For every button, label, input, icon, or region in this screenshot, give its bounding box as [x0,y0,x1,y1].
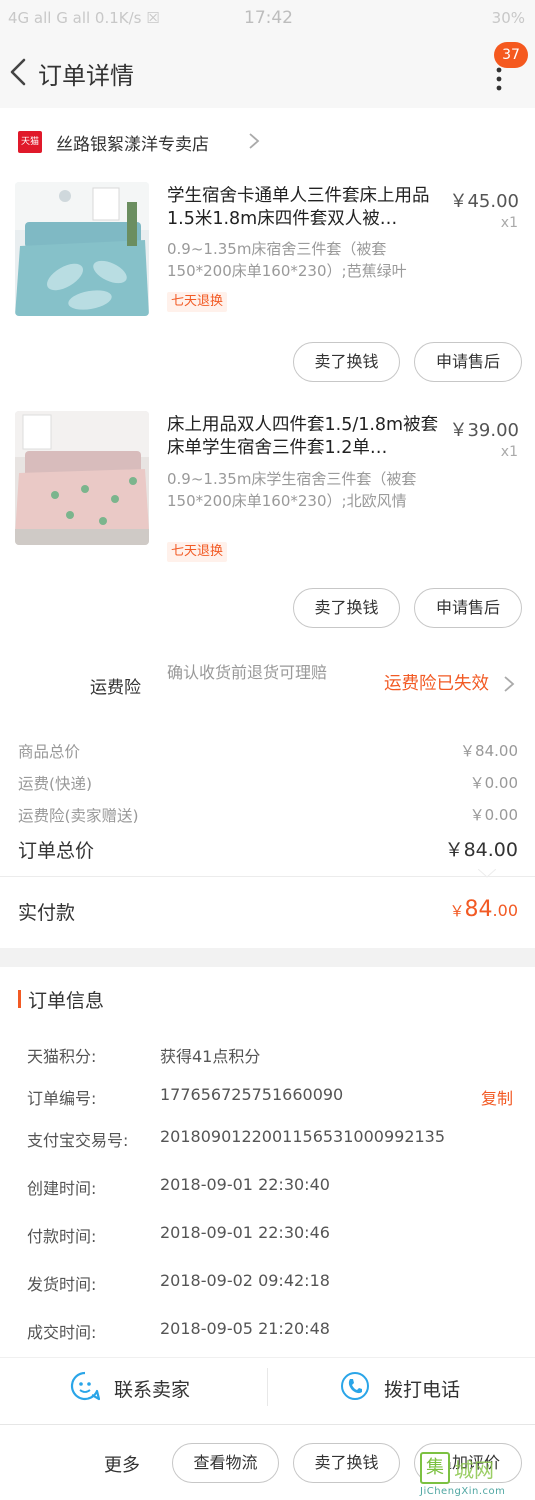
back-arrow-icon[interactable] [6,56,32,88]
header: 订单详情 37 [0,36,535,108]
info-key: 支付宝交易号: [27,1131,129,1150]
more-actions-button[interactable]: 更多 [104,1451,140,1477]
contact-seller-label: 联系卖家 [114,1379,191,1401]
resell-button[interactable]: 卖了换钱 [293,342,400,382]
info-row-points: 天猫积分: 获得41点积分 [27,1043,517,1067]
clock: 17:42 [244,8,293,28]
info-row-paid: 付款时间: 2018-09-01 22:30:46 [27,1223,517,1247]
info-key: 付款时间: [27,1227,97,1246]
info-row-completed: 成交时间: 2018-09-05 21:20:48 [27,1319,517,1343]
divider [0,1357,535,1358]
info-key: 发货时间: [27,1275,97,1294]
info-value: 2018-09-02 09:42:18 [160,1271,330,1290]
product-image-leaf-bedding[interactable] [15,182,149,316]
info-value: 2018-09-01 22:30:46 [160,1223,330,1242]
page-title: 订单详情 [38,62,134,90]
divider [0,876,535,877]
shipping-insurance-status[interactable]: 运费险已失效 [384,670,489,695]
shipping-insurance-desc: 确认收货前退货可理赔 [167,663,328,682]
tmall-logo: 天猫 [18,131,42,153]
info-row-alipay-number: 支付宝交易号: 2018090122001156531000992135 [27,1127,517,1151]
info-value: 获得41点积分 [160,1047,261,1066]
product-quantity: x1 [500,215,518,231]
insurance-fee-value: ￥0.00 [469,806,518,824]
goods-total-value: ￥84.00 [460,742,518,760]
product-price: ￥45.00 [449,191,519,212]
product-image-cactus-bedding[interactable] [15,411,149,545]
seven-day-return-tag: 七天退换 [167,292,228,312]
divider [267,1368,268,1406]
info-key: 订单编号: [27,1089,97,1108]
watermark-logo: 集 城网 JiChengXin.com [418,1452,535,1500]
signal-status: 4G all G all 0.1K/s ☒ [8,9,160,27]
status-bar: 4G all G all 0.1K/s ☒ 17:42 30% [0,0,535,36]
watermark-text: 城网 [454,1458,494,1482]
order-total-value: ￥84.00 [444,839,518,861]
seven-day-return-tag: 七天退换 [167,542,228,562]
paid-currency: ￥ [449,902,465,920]
info-key: 创建时间: [27,1179,97,1198]
order-info-title: 订单信息 [28,990,105,1012]
resell-button[interactable]: 卖了换钱 [293,1443,400,1483]
chevron-right-icon[interactable] [503,675,515,693]
goods-total-label: 商品总价 [18,743,81,761]
battery-status: 30% [491,9,525,27]
paid-amount-value: ￥84.00 [450,897,518,922]
info-row-shipped: 发货时间: 2018-09-02 09:42:18 [27,1271,517,1295]
info-row-order-number: 订单编号: 177656725751660090 复制 [27,1085,517,1109]
bottom-action-bar: 更多 查看物流 卖了换钱 追加评价 集 城网 JiChengXin.com [0,1424,535,1500]
view-logistics-button[interactable]: 查看物流 [172,1443,279,1483]
shipping-fee-label: 运费(快递) [18,775,93,793]
info-value: 2018090122001156531000992135 [160,1127,446,1146]
info-value: 2018-09-05 21:20:48 [160,1319,330,1338]
copy-order-number-button[interactable]: 复制 [481,1085,513,1109]
paid-integer: 84 [464,897,493,922]
watermark-logo-glyph: 集 [420,1452,450,1484]
info-key: 成交时间: [27,1323,97,1342]
shop-name: 丝路银絮漾洋专卖店 [56,135,209,155]
message-count-badge: 37 [494,42,528,68]
shipping-fee-value: ￥0.00 [469,774,518,792]
product-title[interactable]: 学生宿舍卡通单人三件套床上用品1.5米1.8m床四件套双人被… [167,185,443,231]
resell-button[interactable]: 卖了换钱 [293,588,400,628]
paid-amount-label: 实付款 [18,902,76,924]
info-row-created: 创建时间: 2018-09-01 22:30:40 [27,1175,517,1199]
product-price: ￥39.00 [449,420,519,441]
more-options-icon[interactable] [484,64,514,94]
section-accent-bar [18,990,21,1008]
phone-icon [341,1372,369,1400]
call-phone-label: 拨打电话 [384,1379,461,1401]
after-sales-button[interactable]: 申请售后 [414,342,522,382]
caret-down-icon [478,869,496,878]
chat-face-icon [70,1371,100,1401]
insurance-fee-label: 运费险(卖家赠送) [18,807,139,825]
paid-decimal: .00 [492,901,518,920]
watermark-url: JiChengXin.com [420,1486,506,1497]
chevron-right-icon [249,133,260,149]
shipping-insurance-label: 运费险 [90,678,141,698]
order-total-label: 订单总价 [18,840,95,862]
info-value: 177656725751660090 [160,1085,344,1104]
product-quantity: x1 [500,444,518,460]
info-key: 天猫积分: [27,1047,97,1066]
product-sku: 0.9~1.35m床宿舍三件套（被套150*200床单160*230）;芭蕉绿叶 [167,240,407,280]
product-sku: 0.9~1.35m床学生宿舍三件套（被套150*200床单160*230）;北欧… [167,470,417,510]
after-sales-button[interactable]: 申请售后 [414,588,522,628]
product-title[interactable]: 床上用品双人四件套1.5/1.8m被套床单学生宿舍三件套1.2单… [167,414,443,460]
info-value: 2018-09-01 22:30:40 [160,1175,330,1194]
